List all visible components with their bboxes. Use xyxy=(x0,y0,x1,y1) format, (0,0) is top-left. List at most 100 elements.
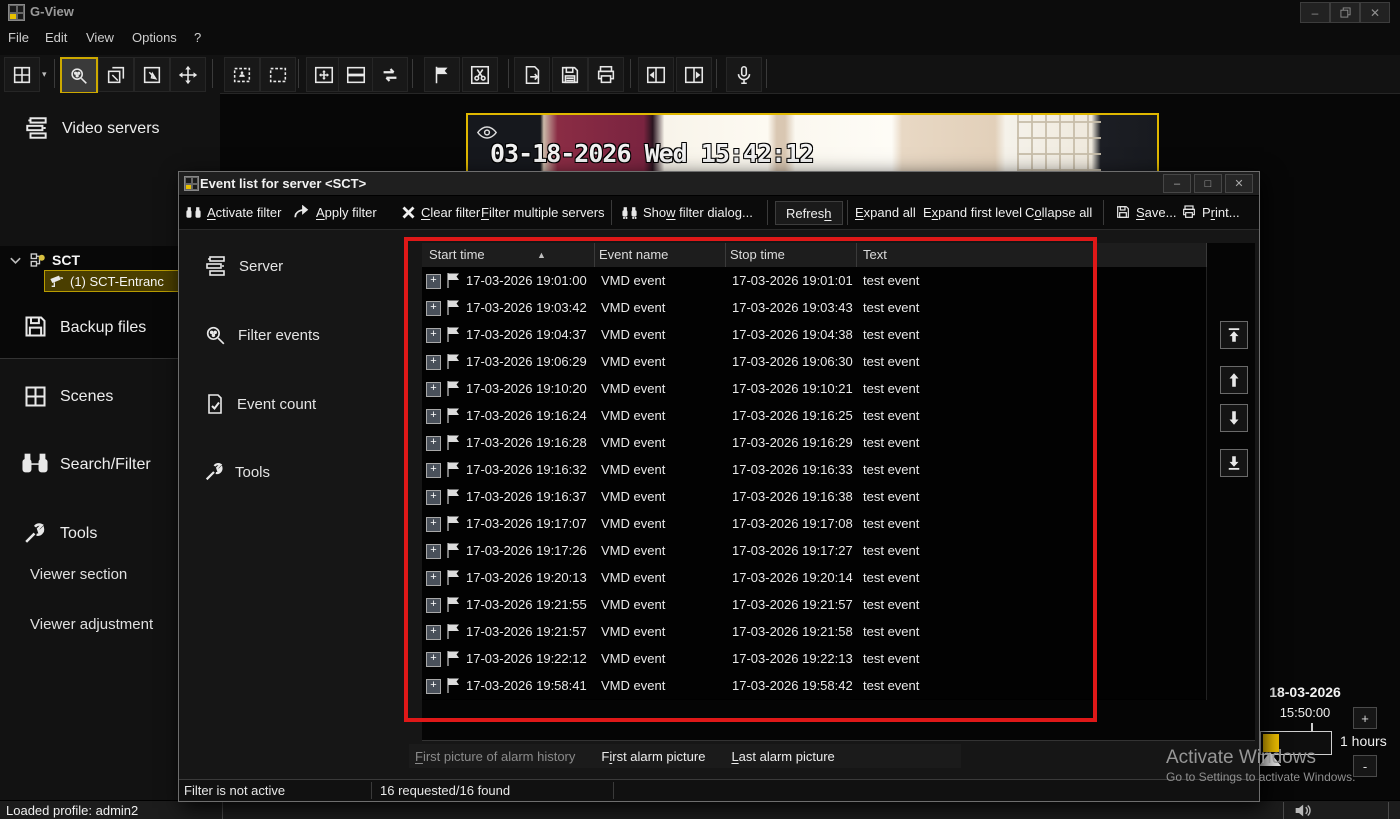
filter-multiple-servers-button[interactable]: Filter multiple servers xyxy=(481,201,605,223)
menu-help[interactable]: ? xyxy=(194,30,201,45)
dialog-maximize-button[interactable]: □ xyxy=(1194,174,1222,193)
flag-button[interactable] xyxy=(424,57,460,92)
dialog-nav-tools[interactable]: Tools xyxy=(203,461,270,483)
print-button[interactable] xyxy=(588,57,624,92)
apply-filter-button[interactable]: Apply filter xyxy=(293,201,377,223)
window-cursor-button[interactable] xyxy=(134,57,170,92)
dialog-minimize-button[interactable]: – xyxy=(1163,174,1191,193)
layout-grid-button[interactable] xyxy=(4,57,40,92)
show-filter-dialog-button[interactable]: Show filter dialog... xyxy=(621,201,753,223)
scroll-bottom-button[interactable] xyxy=(1220,449,1248,477)
tab-first-picture-alarm-history[interactable]: First picture of alarm history xyxy=(415,749,575,764)
dialog-close-button[interactable]: ✕ xyxy=(1225,174,1253,193)
zoom-out-time-button[interactable]: - xyxy=(1353,755,1377,777)
prev-panel-button[interactable] xyxy=(638,57,674,92)
timeline-cursor-tick xyxy=(1311,723,1313,731)
tree-node-camera-label: (1) SCT-Entranc xyxy=(70,274,164,289)
chevron-down-icon[interactable] xyxy=(9,256,22,266)
restore-icon xyxy=(1340,7,1351,18)
prev-panel-icon xyxy=(645,64,667,86)
microphone-button[interactable] xyxy=(726,57,762,92)
camera-osd-timestamp: 03-18-2026 Wed 15:42:12 xyxy=(490,139,813,168)
expand-first-level-button[interactable]: Expand first level xyxy=(923,201,1022,223)
scroll-top-button[interactable] xyxy=(1220,321,1248,349)
selection-icon xyxy=(267,64,289,86)
tree-node-sct[interactable]: SCT xyxy=(52,252,80,268)
sidebar-link-viewer-adjustment[interactable]: Viewer adjustment xyxy=(30,616,153,633)
menubar: File Edit View Options ? xyxy=(0,24,1400,55)
camera-icon xyxy=(49,274,65,288)
scroll-up-button[interactable] xyxy=(1220,366,1248,394)
dialog-nav-server[interactable]: Server xyxy=(203,254,283,278)
dialog-nav-filter-events[interactable]: Filter events xyxy=(203,323,320,348)
eye-icon xyxy=(476,125,498,140)
alarm-picture-tabs: First picture of alarm history First ala… xyxy=(409,744,961,768)
scroll-down-button[interactable] xyxy=(1220,404,1248,432)
sidebar-link-viewer-section[interactable]: Viewer section xyxy=(30,566,127,583)
dialog-save-button[interactable]: Save... xyxy=(1115,201,1176,223)
main-statusbar: Loaded profile: admin2 xyxy=(0,800,1400,819)
menu-view[interactable]: View xyxy=(86,30,114,45)
window-fit-icon xyxy=(313,64,335,86)
refresh-button[interactable]: Refresh xyxy=(775,201,843,225)
filter-multiple-servers-label: Filter multiple servers xyxy=(481,205,605,220)
dialog-print-button[interactable]: Print... xyxy=(1181,201,1240,223)
dialog-nav-event-count[interactable]: Event count xyxy=(203,392,316,416)
sidebar-header-video-servers[interactable]: Video servers xyxy=(62,120,160,138)
split-horizontal-button[interactable] xyxy=(338,57,374,92)
save-button[interactable] xyxy=(552,57,588,92)
layout-dropdown-caret[interactable]: ▾ xyxy=(42,69,47,80)
sidebar-item-tools[interactable]: Tools xyxy=(60,525,97,543)
move-button[interactable] xyxy=(170,57,206,92)
dialog-titlebar: Event list for server <SCT> – □ ✕ xyxy=(179,172,1259,196)
activate-filter-button[interactable]: Activate filter xyxy=(185,201,281,223)
move-icon xyxy=(177,64,199,86)
window-cursor-icon xyxy=(141,64,163,86)
zoom-icon xyxy=(68,65,90,87)
activate-filter-label: Activate filter xyxy=(207,205,281,220)
alarm-list-button[interactable] xyxy=(224,57,260,92)
menu-edit[interactable]: Edit xyxy=(45,30,67,45)
server-group-icon xyxy=(28,251,48,269)
next-panel-icon xyxy=(683,64,705,86)
refresh-swap-icon xyxy=(379,64,401,86)
export-page-button[interactable] xyxy=(514,57,550,92)
tab-last-alarm-picture[interactable]: Last alarm picture xyxy=(731,749,834,764)
clear-x-icon xyxy=(401,205,416,220)
zoom-in-time-button[interactable]: + xyxy=(1353,707,1377,729)
menu-file[interactable]: File xyxy=(8,30,29,45)
expand-all-button[interactable]: Expand all xyxy=(855,201,916,223)
dialog-icon xyxy=(184,176,199,191)
clear-filter-label: Clear filter xyxy=(421,205,480,220)
menu-options[interactable]: Options xyxy=(132,30,177,45)
snapshot-scissors-icon xyxy=(469,64,491,86)
minimize-button[interactable]: – xyxy=(1300,2,1330,23)
next-panel-button[interactable] xyxy=(676,57,712,92)
dialog-nav-tools-label: Tools xyxy=(235,464,270,481)
video-servers-icon xyxy=(22,115,52,141)
zoom-mode-button[interactable] xyxy=(60,57,98,94)
sidebar-item-search-filter[interactable]: Search/Filter xyxy=(60,456,151,474)
camera-view[interactable]: 03-18-2026 Wed 15:42:12 xyxy=(466,113,1159,173)
save-icon xyxy=(1115,204,1131,220)
volume-icon[interactable] xyxy=(1293,803,1315,818)
microphone-icon xyxy=(733,64,755,86)
window-restore-button[interactable] xyxy=(98,57,134,92)
clear-filter-button[interactable]: Clear filter xyxy=(401,201,480,223)
selection-button[interactable] xyxy=(260,57,296,92)
activate-windows-subtext: Go to Settings to activate Windows. xyxy=(1166,770,1355,784)
arrow-bottom-icon xyxy=(1225,454,1243,472)
sidebar-item-backup-files[interactable]: Backup files xyxy=(60,319,146,337)
loaded-profile-status: Loaded profile: admin2 xyxy=(6,803,138,818)
sidebar-item-scenes[interactable]: Scenes xyxy=(60,388,113,406)
collapse-all-button[interactable]: Collapse all xyxy=(1025,201,1092,223)
snapshot-button[interactable] xyxy=(462,57,498,92)
main-toolbar: ▾ xyxy=(0,55,1400,94)
tab-first-alarm-picture[interactable]: First alarm picture xyxy=(601,749,705,764)
window-fit-button[interactable] xyxy=(306,57,342,92)
refresh-swap-button[interactable] xyxy=(372,57,408,92)
binoculars-icon xyxy=(185,205,202,220)
search-filter-icon xyxy=(20,450,50,476)
close-button[interactable]: ✕ xyxy=(1360,2,1390,23)
restore-button[interactable] xyxy=(1330,2,1360,23)
